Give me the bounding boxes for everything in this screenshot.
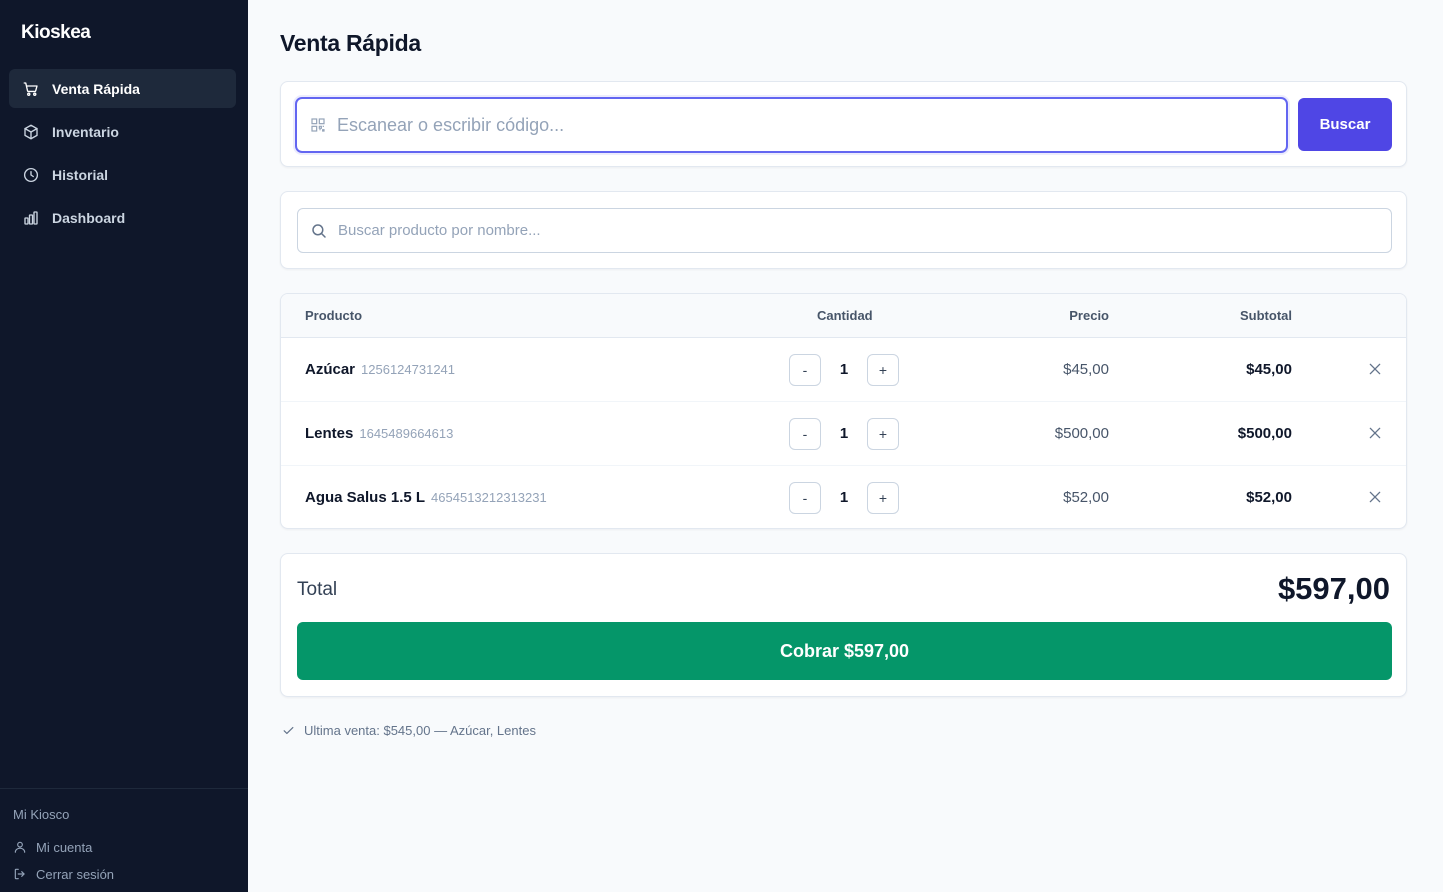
- page-title: Venta Rápida: [280, 30, 421, 56]
- cart-icon: [23, 81, 38, 96]
- close-icon: [1369, 427, 1381, 438]
- bar-chart-icon: [24, 210, 38, 225]
- sidebar-footer: Mi Kiosco Mi cuenta Cerrar sesión: [0, 788, 248, 892]
- scan-card: Buscar: [280, 81, 1407, 167]
- product-code: 4654513212313231: [431, 490, 547, 505]
- close-icon: [1369, 363, 1381, 374]
- remove-item-button[interactable]: [1365, 360, 1385, 380]
- table-row: Azúcar 1256124731241 - 1 + $45,00 $45,00: [281, 338, 1406, 402]
- quantity-value: 1: [839, 489, 849, 506]
- cart-table: Producto Cantidad Precio Subtotal Azúcar…: [280, 293, 1407, 529]
- quantity-value: 1: [839, 361, 849, 378]
- buscar-button[interactable]: Buscar: [1298, 98, 1392, 151]
- sidebar-item-historial[interactable]: Historial: [9, 155, 236, 194]
- increase-quantity-button[interactable]: +: [867, 418, 899, 450]
- qr-code-icon: [311, 118, 325, 132]
- logout-link[interactable]: Cerrar sesión: [13, 866, 248, 882]
- sidebar-item-label: Inventario: [52, 123, 119, 140]
- account-label: Mi cuenta: [36, 839, 93, 855]
- table-row: Agua Salus 1.5 L 4654513212313231 - 1 + $…: [281, 466, 1406, 528]
- table-row: Lentes 1645489664613 - 1 + $500,00 $500,0…: [281, 402, 1406, 466]
- header-quantity: Cantidad: [817, 308, 873, 323]
- logout-icon: [14, 868, 25, 880]
- product-name: Azúcar 1256124731241: [305, 361, 456, 378]
- brand-logo[interactable]: Kioskea: [21, 22, 91, 44]
- product-name: Agua Salus 1.5 L 4654513212313231: [305, 489, 547, 506]
- product-name: Lentes 1645489664613: [305, 425, 454, 442]
- logout-label: Cerrar sesión: [36, 866, 115, 882]
- sidebar-item-label: Dashboard: [52, 209, 126, 226]
- decrease-quantity-button[interactable]: -: [789, 482, 821, 514]
- quantity-value: 1: [839, 425, 849, 442]
- increase-quantity-button[interactable]: +: [867, 354, 899, 386]
- last-sale-text: Ultima venta: $545,00 — Azúcar, Lentes: [304, 723, 536, 738]
- decrease-quantity-button[interactable]: -: [789, 418, 821, 450]
- row-subtotal: $500,00: [1237, 425, 1292, 442]
- charge-button[interactable]: Cobrar $597,00: [297, 622, 1392, 680]
- sidebar-item-venta-rapida[interactable]: Venta Rápida: [9, 69, 236, 108]
- name-search-wrapper[interactable]: [297, 208, 1392, 253]
- unit-price: $500,00: [1054, 425, 1109, 442]
- remove-item-button[interactable]: [1365, 424, 1385, 444]
- scan-input-wrapper[interactable]: [295, 97, 1288, 153]
- user-icon: [14, 841, 26, 853]
- header-price: Precio: [1069, 308, 1109, 323]
- clock-icon: [23, 167, 39, 182]
- row-subtotal: $52,00: [1246, 489, 1292, 506]
- last-sale-notice: Ultima venta: $545,00 — Azúcar, Lentes: [282, 723, 536, 738]
- header-product: Producto: [305, 308, 363, 323]
- remove-item-button[interactable]: [1365, 488, 1385, 508]
- search-icon: [312, 223, 326, 238]
- sidebar-item-dashboard[interactable]: Dashboard: [9, 198, 236, 237]
- close-icon: [1369, 491, 1381, 502]
- table-header: Producto Cantidad Precio Subtotal: [281, 294, 1406, 338]
- total-card: Total $597,00 Cobrar $597,00: [280, 553, 1407, 697]
- product-code: 1645489664613: [359, 426, 454, 441]
- org-name: Mi Kiosco: [13, 807, 70, 822]
- unit-price: $52,00: [1063, 489, 1109, 506]
- total-value: $597,00: [1277, 571, 1390, 606]
- total-label: Total: [297, 579, 338, 600]
- sidebar-item-label: Venta Rápida: [52, 80, 140, 97]
- sidebar-item-inventario[interactable]: Inventario: [9, 112, 236, 151]
- barcode-input[interactable]: [337, 114, 1286, 136]
- check-icon: [283, 726, 294, 735]
- sidebar-item-label: Historial: [52, 166, 109, 183]
- name-search-card: [280, 191, 1407, 269]
- header-subtotal: Subtotal: [1240, 308, 1292, 323]
- unit-price: $45,00: [1063, 361, 1109, 378]
- account-link[interactable]: Mi cuenta: [13, 839, 248, 855]
- row-subtotal: $45,00: [1246, 361, 1292, 378]
- sidebar: Kioskea Venta Rápida Inventario Historia…: [0, 0, 248, 892]
- product-name-search-input[interactable]: [338, 222, 1391, 239]
- increase-quantity-button[interactable]: +: [867, 482, 899, 514]
- product-code: 1256124731241: [361, 362, 456, 377]
- box-icon: [24, 124, 38, 139]
- decrease-quantity-button[interactable]: -: [789, 354, 821, 386]
- sidebar-nav: Venta Rápida Inventario Historial Dashbo…: [9, 69, 236, 241]
